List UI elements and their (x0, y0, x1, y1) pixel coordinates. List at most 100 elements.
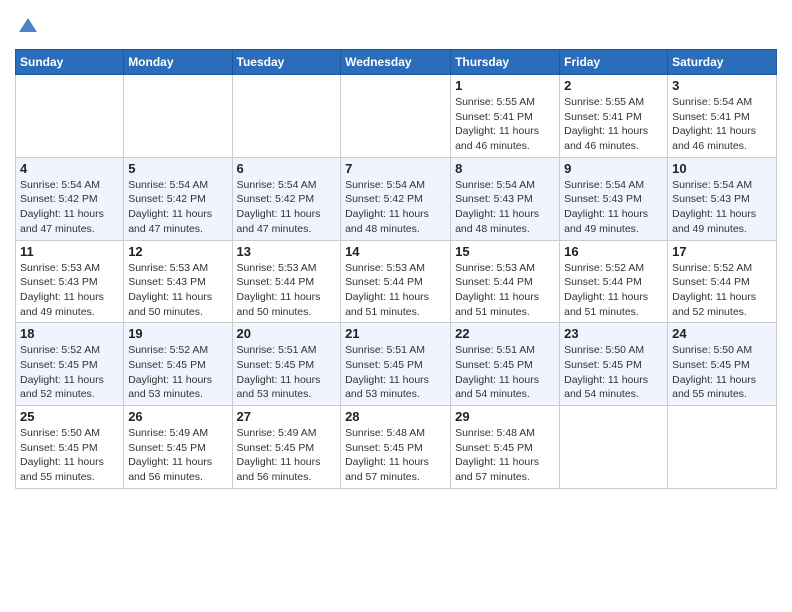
day-number: 8 (455, 161, 555, 176)
day-number: 20 (237, 326, 337, 341)
page-header (15, 10, 777, 41)
day-info: Sunrise: 5:54 AM Sunset: 5:43 PM Dayligh… (455, 178, 555, 237)
day-info: Sunrise: 5:52 AM Sunset: 5:45 PM Dayligh… (128, 343, 227, 402)
day-info: Sunrise: 5:52 AM Sunset: 5:44 PM Dayligh… (564, 261, 663, 320)
calendar-cell (668, 406, 777, 489)
day-info: Sunrise: 5:49 AM Sunset: 5:45 PM Dayligh… (128, 426, 227, 485)
calendar-week-row: 1 Sunrise: 5:55 AM Sunset: 5:41 PM Daylig… (16, 75, 777, 158)
calendar-cell: 17 Sunrise: 5:52 AM Sunset: 5:44 PM Dayli… (668, 240, 777, 323)
calendar-cell: 22 Sunrise: 5:51 AM Sunset: 5:45 PM Dayli… (451, 323, 560, 406)
day-info: Sunrise: 5:54 AM Sunset: 5:42 PM Dayligh… (237, 178, 337, 237)
calendar-week-row: 25 Sunrise: 5:50 AM Sunset: 5:45 PM Dayli… (16, 406, 777, 489)
day-number: 22 (455, 326, 555, 341)
calendar-cell: 20 Sunrise: 5:51 AM Sunset: 5:45 PM Dayli… (232, 323, 341, 406)
weekday-header: Tuesday (232, 50, 341, 75)
weekday-header: Monday (124, 50, 232, 75)
day-info: Sunrise: 5:50 AM Sunset: 5:45 PM Dayligh… (20, 426, 119, 485)
day-number: 5 (128, 161, 227, 176)
calendar-cell: 6 Sunrise: 5:54 AM Sunset: 5:42 PM Daylig… (232, 157, 341, 240)
day-number: 23 (564, 326, 663, 341)
calendar-cell: 16 Sunrise: 5:52 AM Sunset: 5:44 PM Dayli… (560, 240, 668, 323)
day-number: 1 (455, 78, 555, 93)
day-number: 17 (672, 244, 772, 259)
calendar-cell: 26 Sunrise: 5:49 AM Sunset: 5:45 PM Dayli… (124, 406, 232, 489)
calendar-cell: 1 Sunrise: 5:55 AM Sunset: 5:41 PM Daylig… (451, 75, 560, 158)
calendar-table: SundayMondayTuesdayWednesdayThursdayFrid… (15, 49, 777, 489)
day-number: 21 (345, 326, 446, 341)
logo-text (15, 14, 39, 41)
weekday-header: Saturday (668, 50, 777, 75)
calendar-cell (560, 406, 668, 489)
day-info: Sunrise: 5:51 AM Sunset: 5:45 PM Dayligh… (455, 343, 555, 402)
calendar-cell: 7 Sunrise: 5:54 AM Sunset: 5:42 PM Daylig… (341, 157, 451, 240)
day-number: 29 (455, 409, 555, 424)
day-info: Sunrise: 5:53 AM Sunset: 5:43 PM Dayligh… (128, 261, 227, 320)
day-number: 11 (20, 244, 119, 259)
day-number: 16 (564, 244, 663, 259)
day-info: Sunrise: 5:51 AM Sunset: 5:45 PM Dayligh… (237, 343, 337, 402)
day-info: Sunrise: 5:55 AM Sunset: 5:41 PM Dayligh… (564, 95, 663, 154)
calendar-cell: 2 Sunrise: 5:55 AM Sunset: 5:41 PM Daylig… (560, 75, 668, 158)
calendar-cell (232, 75, 341, 158)
day-number: 2 (564, 78, 663, 93)
weekday-header: Sunday (16, 50, 124, 75)
day-number: 18 (20, 326, 119, 341)
calendar-cell (16, 75, 124, 158)
day-info: Sunrise: 5:50 AM Sunset: 5:45 PM Dayligh… (564, 343, 663, 402)
weekday-header-row: SundayMondayTuesdayWednesdayThursdayFrid… (16, 50, 777, 75)
day-number: 28 (345, 409, 446, 424)
calendar-cell: 28Sunrise: 5:48 AM Sunset: 5:45 PM Dayli… (341, 406, 451, 489)
weekday-header: Wednesday (341, 50, 451, 75)
day-number: 26 (128, 409, 227, 424)
calendar-week-row: 11 Sunrise: 5:53 AM Sunset: 5:43 PM Dayli… (16, 240, 777, 323)
day-number: 27 (237, 409, 337, 424)
day-number: 7 (345, 161, 446, 176)
day-number: 4 (20, 161, 119, 176)
calendar-cell: 9 Sunrise: 5:54 AM Sunset: 5:43 PM Daylig… (560, 157, 668, 240)
calendar-cell: 12 Sunrise: 5:53 AM Sunset: 5:43 PM Dayli… (124, 240, 232, 323)
day-info: Sunrise: 5:54 AM Sunset: 5:41 PM Dayligh… (672, 95, 772, 154)
day-number: 25 (20, 409, 119, 424)
day-number: 12 (128, 244, 227, 259)
calendar-cell: 8 Sunrise: 5:54 AM Sunset: 5:43 PM Daylig… (451, 157, 560, 240)
day-info: Sunrise: 5:54 AM Sunset: 5:43 PM Dayligh… (564, 178, 663, 237)
calendar-cell: 21 Sunrise: 5:51 AM Sunset: 5:45 PM Dayli… (341, 323, 451, 406)
calendar-week-row: 4 Sunrise: 5:54 AM Sunset: 5:42 PM Daylig… (16, 157, 777, 240)
day-info: Sunrise: 5:53 AM Sunset: 5:44 PM Dayligh… (345, 261, 446, 320)
day-info: Sunrise: 5:49 AM Sunset: 5:45 PM Dayligh… (237, 426, 337, 485)
day-info: Sunrise: 5:48 AM Sunset: 5:45 PM Dayligh… (455, 426, 555, 485)
day-info: Sunrise: 5:54 AM Sunset: 5:43 PM Dayligh… (672, 178, 772, 237)
day-info: Sunrise: 5:53 AM Sunset: 5:44 PM Dayligh… (237, 261, 337, 320)
calendar-cell: 27 Sunrise: 5:49 AM Sunset: 5:45 PM Dayli… (232, 406, 341, 489)
calendar-cell: 10 Sunrise: 5:54 AM Sunset: 5:43 PM Dayli… (668, 157, 777, 240)
calendar-cell: 19Sunrise: 5:52 AM Sunset: 5:45 PM Dayli… (124, 323, 232, 406)
day-info: Sunrise: 5:50 AM Sunset: 5:45 PM Dayligh… (672, 343, 772, 402)
day-info: Sunrise: 5:54 AM Sunset: 5:42 PM Dayligh… (128, 178, 227, 237)
day-number: 24 (672, 326, 772, 341)
calendar-cell (124, 75, 232, 158)
day-info: Sunrise: 5:54 AM Sunset: 5:42 PM Dayligh… (345, 178, 446, 237)
day-info: Sunrise: 5:53 AM Sunset: 5:44 PM Dayligh… (455, 261, 555, 320)
calendar-week-row: 18 Sunrise: 5:52 AM Sunset: 5:45 PM Dayli… (16, 323, 777, 406)
calendar-cell: 25 Sunrise: 5:50 AM Sunset: 5:45 PM Dayli… (16, 406, 124, 489)
logo (15, 14, 39, 41)
day-number: 3 (672, 78, 772, 93)
calendar-cell: 29 Sunrise: 5:48 AM Sunset: 5:45 PM Dayli… (451, 406, 560, 489)
day-number: 9 (564, 161, 663, 176)
calendar-cell: 23 Sunrise: 5:50 AM Sunset: 5:45 PM Dayli… (560, 323, 668, 406)
day-info: Sunrise: 5:51 AM Sunset: 5:45 PM Dayligh… (345, 343, 446, 402)
day-info: Sunrise: 5:53 AM Sunset: 5:43 PM Dayligh… (20, 261, 119, 320)
calendar-cell: 14 Sunrise: 5:53 AM Sunset: 5:44 PM Dayli… (341, 240, 451, 323)
day-info: Sunrise: 5:52 AM Sunset: 5:45 PM Dayligh… (20, 343, 119, 402)
logo-icon (17, 14, 39, 36)
calendar-cell: 13Sunrise: 5:53 AM Sunset: 5:44 PM Dayli… (232, 240, 341, 323)
calendar-cell: 4Sunrise: 5:54 AM Sunset: 5:42 PM Daylig… (16, 157, 124, 240)
day-number: 14 (345, 244, 446, 259)
day-info: Sunrise: 5:55 AM Sunset: 5:41 PM Dayligh… (455, 95, 555, 154)
day-number: 10 (672, 161, 772, 176)
day-number: 6 (237, 161, 337, 176)
calendar-cell (341, 75, 451, 158)
calendar-cell: 5 Sunrise: 5:54 AM Sunset: 5:42 PM Daylig… (124, 157, 232, 240)
weekday-header: Thursday (451, 50, 560, 75)
day-info: Sunrise: 5:52 AM Sunset: 5:44 PM Dayligh… (672, 261, 772, 320)
